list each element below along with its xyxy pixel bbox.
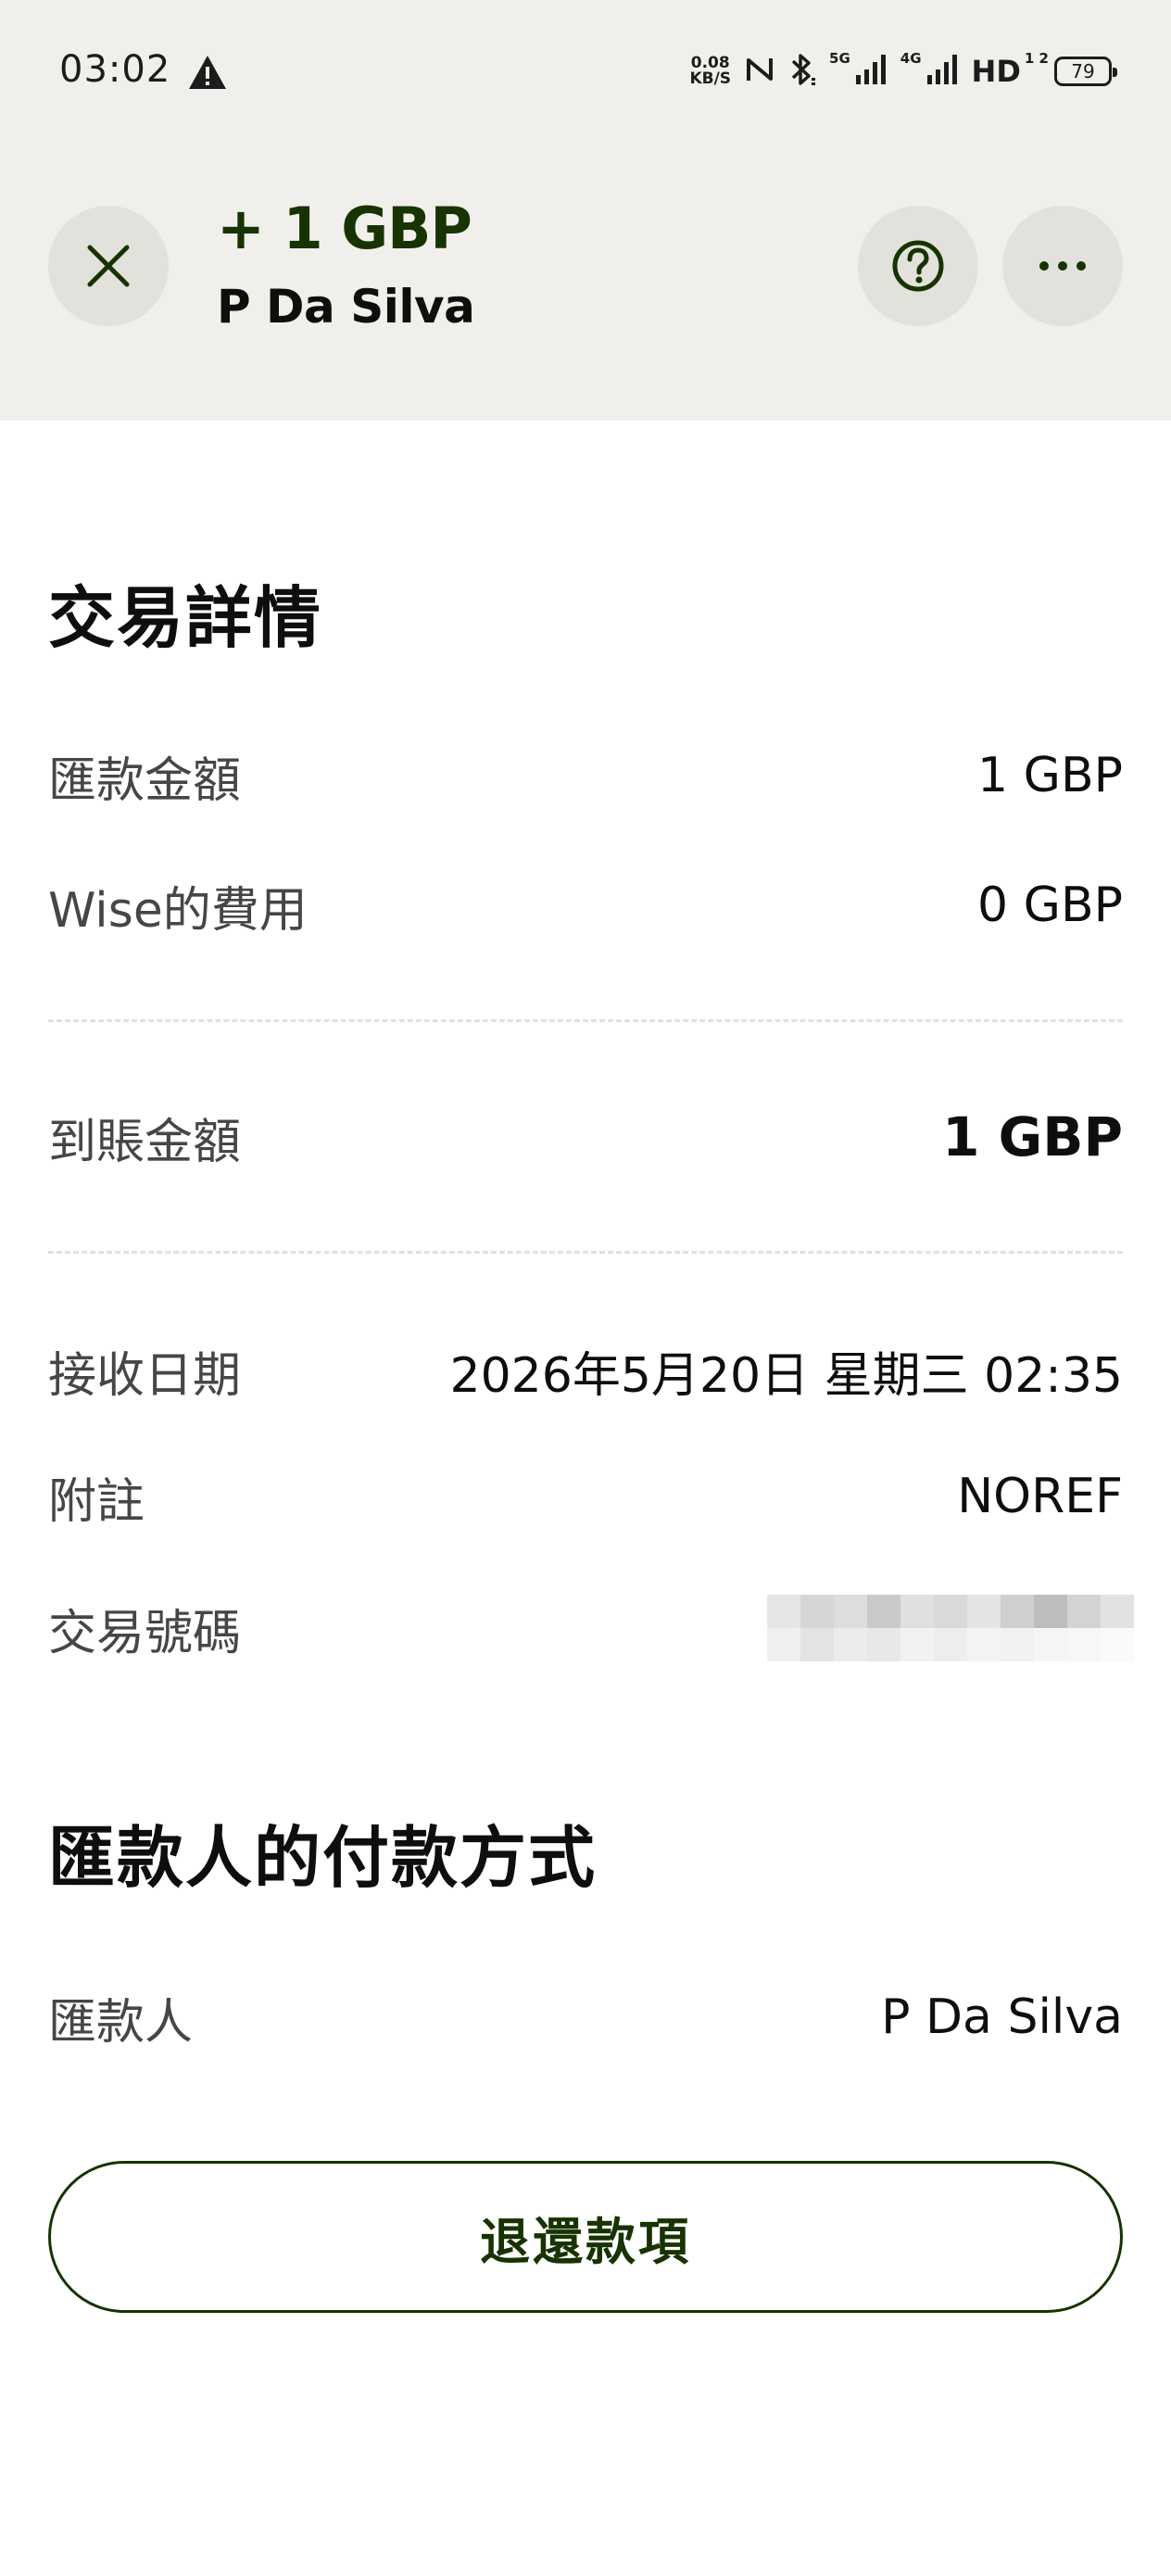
detail-row-wise-fee: Wise的費用 0 GBP	[48, 873, 1123, 939]
hd-label: HD	[971, 54, 1021, 89]
help-icon	[892, 240, 944, 292]
detail-value: NOREF	[957, 1469, 1123, 1524]
divider	[48, 1019, 1123, 1022]
divider	[48, 1251, 1123, 1254]
hd-sub-label: 1 2	[1024, 50, 1049, 67]
header-amount: + 1 GBP	[217, 195, 472, 262]
battery-level: 79	[1071, 60, 1095, 82]
detail-value: P Da Silva	[881, 1989, 1123, 2045]
warning-triangle-icon	[187, 54, 228, 95]
detail-row-payer: 匯款人 P Da Silva	[48, 1985, 1123, 2051]
nfc-icon	[744, 53, 775, 90]
detail-label: 交易號碼	[48, 1605, 242, 1661]
detail-value: 0 GBP	[977, 878, 1123, 933]
detail-label: 匯款金額	[48, 752, 242, 809]
detail-row-reference: 附註 NOREF	[48, 1464, 1123, 1530]
detail-label: 附註	[48, 1473, 145, 1530]
close-button[interactable]	[48, 206, 169, 326]
detail-label: 到賬金額	[48, 1114, 242, 1170]
detail-value: 1 GBP	[942, 1105, 1123, 1168]
detail-row-send-amount: 匯款金額 1 GBP	[48, 743, 1123, 809]
signal-4g-label: 4G	[900, 50, 922, 67]
status-icons: 0.08 KB/S 5G 4G HD 1 2 79	[689, 50, 1117, 93]
detail-value: 1 GBP	[977, 748, 1123, 803]
detail-label: Wise的費用	[48, 882, 308, 939]
signal-4g-icon	[926, 53, 959, 90]
more-options-button[interactable]	[1002, 206, 1123, 326]
network-speed: 0.08 KB/S	[689, 54, 732, 88]
status-bar: 03:02 0.08 KB/S 5G 4G HD 1 2 79	[0, 0, 1171, 148]
header-area: 03:02 0.08 KB/S 5G 4G HD 1 2 79 + 1 GBP …	[0, 0, 1171, 421]
detail-row-received-amount: 到賬金額 1 GBP	[48, 1105, 1123, 1170]
payer-method-title: 匯款人的付款方式	[48, 1819, 598, 1897]
detail-row-received-date: 接收日期 2026年5月20日 星期三 02:35	[48, 1338, 1123, 1404]
detail-row-transaction-number: 交易號碼	[48, 1595, 1134, 1661]
battery-icon: 79	[1054, 57, 1117, 86]
status-time: 03:02	[59, 48, 171, 91]
detail-label: 接收日期	[48, 1347, 242, 1404]
redacted-transaction-number	[767, 1595, 1134, 1661]
signal-5g-label: 5G	[829, 50, 850, 67]
help-button[interactable]	[858, 206, 978, 326]
close-icon	[87, 245, 130, 287]
transaction-details-title: 交易詳情	[48, 579, 323, 657]
bluetooth-icon	[788, 52, 816, 91]
more-icon	[1039, 261, 1086, 271]
detail-label: 匯款人	[48, 1994, 194, 2051]
header-recipient-name: P Da Silva	[217, 280, 475, 334]
refund-button[interactable]: 退還款項	[48, 2161, 1123, 2313]
detail-value: 2026年5月20日 星期三 02:35	[449, 1347, 1123, 1404]
signal-5g-icon	[855, 53, 888, 90]
